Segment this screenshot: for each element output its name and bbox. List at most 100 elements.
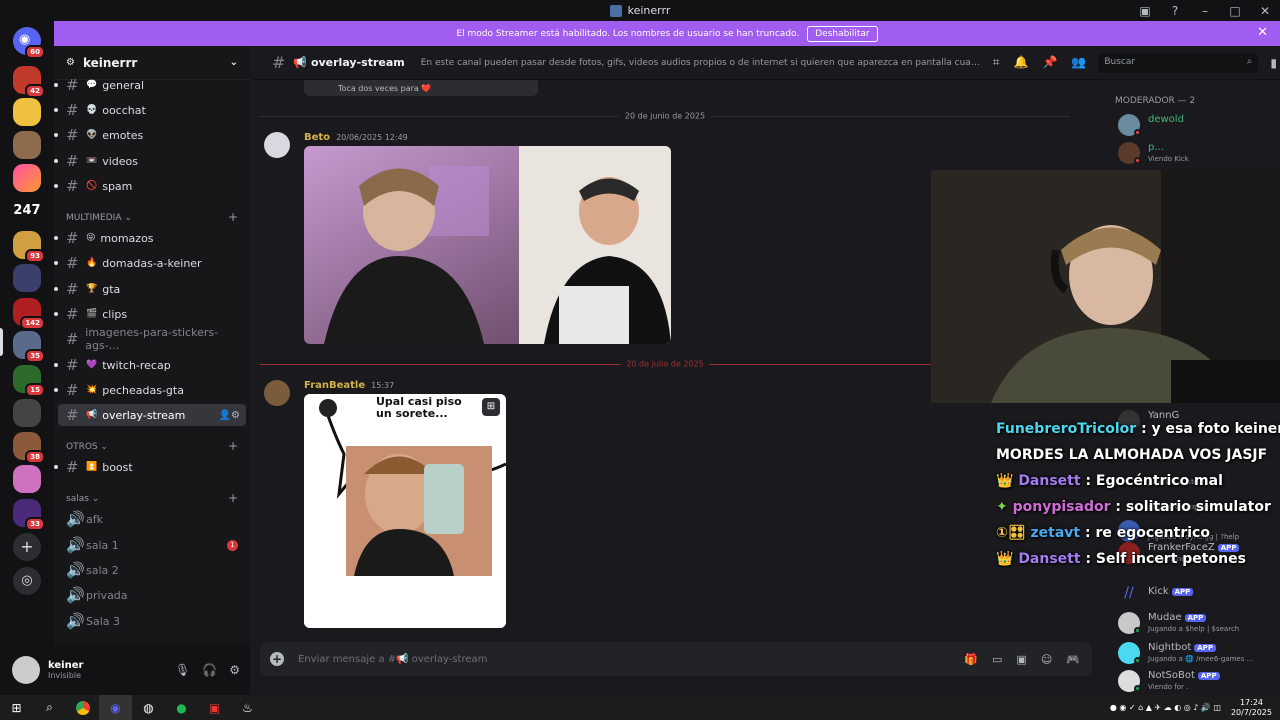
channel-topic[interactable]: En este canal pueden pasar desde fotos, … xyxy=(421,58,981,68)
inbox-icon[interactable]: ▮ xyxy=(1270,56,1277,70)
invite-settings-icon[interactable]: 👤⚙ xyxy=(219,410,240,421)
channel-momazos[interactable]: # 😜 momazos xyxy=(54,227,246,249)
channel-boost[interactable]: # ⏫ boost xyxy=(54,456,246,478)
disable-streamer-button[interactable]: Deshabilitar xyxy=(807,25,878,42)
channel-oocchat[interactable]: # 💀 oocchat xyxy=(54,99,246,121)
server-icon-9[interactable] xyxy=(13,399,41,427)
add-channel-icon[interactable]: + xyxy=(228,439,238,453)
server-icon-247[interactable]: 247 xyxy=(13,197,41,225)
composer-placeholder: Enviar mensaje a #📢 overlay-stream xyxy=(298,653,488,665)
gift-icon[interactable]: 🎁 xyxy=(964,653,978,666)
direct-messages-button[interactable]: ◉ 60 xyxy=(13,27,45,59)
voice-channel-sala-1[interactable]: 🔊 sala 1 1 xyxy=(58,534,246,556)
minimize-button[interactable]: – xyxy=(1190,4,1220,18)
speaker-icon: 🔊 xyxy=(66,612,85,630)
member-item[interactable]: dewold xyxy=(1118,112,1278,138)
message-image-meme[interactable]: Upal casi piso un sorete... ⊞ xyxy=(304,394,506,628)
pin-icon[interactable]: 📌 xyxy=(1042,55,1057,70)
add-server-icon[interactable]: + xyxy=(13,533,41,561)
member-item[interactable]: // Kick APP xyxy=(1118,580,1278,606)
close-banner-icon[interactable]: ✕ xyxy=(1257,25,1268,40)
author-name[interactable]: FranBeatle xyxy=(304,380,365,391)
video-editor-icon[interactable]: ▣ xyxy=(198,695,231,720)
server-icon-3[interactable] xyxy=(13,131,41,159)
channel-spam[interactable]: # 🚫 spam xyxy=(54,175,246,197)
server-icon-8[interactable]: 15 xyxy=(13,365,45,397)
tray-icons[interactable]: ● ◉ ✓ ⌂ ▲ ✈ ☁ ◐ ◎ ♪ 🔊 ◫ xyxy=(1110,703,1221,712)
avatar[interactable] xyxy=(264,132,290,158)
voice-channel-sala-2[interactable]: 🔊 sala 2 xyxy=(58,559,246,581)
server-icon-5[interactable]: 93 xyxy=(13,231,45,263)
channel-general[interactable]: # 💬 general xyxy=(54,74,246,96)
settings-gear-icon[interactable]: ⚙ xyxy=(229,663,240,677)
member-item[interactable]: Nightbot APP Jugando a 🌐 /mee6-games ... xyxy=(1118,640,1278,666)
spotify-icon[interactable]: ● xyxy=(165,695,198,720)
message-image[interactable] xyxy=(304,146,671,344)
server-icon-11[interactable] xyxy=(13,465,41,493)
member-item[interactable]: p... Viendo Kick xyxy=(1118,140,1278,166)
member-item[interactable]: NotSoBot APP Viendo for . xyxy=(1118,668,1278,694)
server-icon-1[interactable]: 42 xyxy=(13,66,45,98)
microphone-icon[interactable]: 🎙 xyxy=(175,663,190,677)
add-channel-icon[interactable]: + xyxy=(228,491,238,505)
voice-channel-privada[interactable]: 🔊 privada xyxy=(58,584,246,606)
channel-emotes[interactable]: # 👽 emotes xyxy=(54,124,246,146)
obs-icon[interactable]: ◍ xyxy=(132,695,165,720)
message-composer[interactable]: + Enviar mensaje a #📢 overlay-stream 🎁 ▭… xyxy=(260,642,1092,676)
author-name[interactable]: Beto xyxy=(304,132,330,143)
message-author[interactable]: Beto 20/06/2025 12:49 xyxy=(304,132,408,143)
channel-clips[interactable]: # 🎬 clips xyxy=(54,303,246,325)
inbox-monitor-icon[interactable]: ▣ xyxy=(1130,4,1160,18)
emoji-icon[interactable]: ☺ xyxy=(1041,653,1052,666)
apps-icon[interactable]: ⊞ xyxy=(482,398,500,416)
category-salas[interactable]: salas ⌄ + xyxy=(66,491,238,505)
speaker-icon: 🔊 xyxy=(66,561,85,579)
server-icon xyxy=(609,4,622,17)
server-icon-2[interactable] xyxy=(13,98,41,126)
message-author[interactable]: FranBeatle 15:37 xyxy=(304,380,394,391)
headphones-icon[interactable]: 🎧 xyxy=(202,663,217,677)
clock-date: 20/7/2025 xyxy=(1230,707,1272,717)
search-input[interactable]: Buscar ⌕ xyxy=(1098,52,1259,73)
help-icon[interactable]: ? xyxy=(1160,4,1190,18)
voice-channel-afk[interactable]: 🔊 afk xyxy=(58,508,246,530)
category-multimedia[interactable]: MULTIMEDIA ⌄ + xyxy=(66,210,238,224)
notification-bell-icon[interactable]: 🔔 xyxy=(1013,55,1028,70)
member-list-icon[interactable]: 👥 xyxy=(1071,55,1086,70)
game-controller-icon[interactable]: 🎮 xyxy=(1066,653,1080,666)
category-otros[interactable]: OTROS ⌄ + xyxy=(66,439,238,453)
channel-videos[interactable]: # 📼 videos xyxy=(54,150,246,172)
close-button[interactable]: ✕ xyxy=(1250,4,1280,18)
avatar[interactable] xyxy=(264,380,290,406)
channel-gta[interactable]: # 🏆 gta xyxy=(54,278,246,300)
channel-imagenes-para-stickers[interactable]: # imagenes-para-stickers-ags-... xyxy=(58,326,246,352)
discover-icon[interactable]: ◎ xyxy=(13,567,41,595)
server-icon-4[interactable] xyxy=(13,164,41,192)
add-channel-icon[interactable]: + xyxy=(228,210,238,224)
channel-pecheadas-gta[interactable]: # 💥 pecheadas-gta xyxy=(54,379,246,401)
clock[interactable]: 17:24 20/7/2025 xyxy=(1231,698,1272,718)
threads-icon[interactable]: ⌗ xyxy=(993,55,1000,70)
maximize-button[interactable]: □ xyxy=(1220,4,1250,18)
channel-twitch-recap[interactable]: # 💜 twitch-recap xyxy=(54,354,246,376)
discord-icon[interactable]: ◉ xyxy=(99,695,132,720)
channel-domadas-a-keiner[interactable]: # 🔥 domadas-a-keiner xyxy=(54,252,246,274)
search-icon[interactable]: ⌕ xyxy=(33,695,66,720)
server-icon-12[interactable]: 33 xyxy=(13,499,45,531)
avatar[interactable] xyxy=(12,656,40,684)
server-icon-10[interactable]: 38 xyxy=(13,432,45,464)
server-icon-7[interactable]: 142 xyxy=(13,298,45,330)
server-icon-6[interactable] xyxy=(13,264,41,292)
windows-start-icon[interactable]: ⊞ xyxy=(0,695,33,720)
member-item[interactable]: Mudae APP Jugando a $help | $search xyxy=(1118,610,1278,636)
hash-icon: # xyxy=(66,330,79,348)
attach-plus-icon[interactable]: + xyxy=(270,652,284,666)
server-icon-keinerrr[interactable]: 35 xyxy=(13,331,45,363)
voice-channel-sala-3[interactable]: 🔊 Sala 3 xyxy=(58,610,246,632)
steam-icon[interactable]: ♨ xyxy=(231,695,264,720)
sticker-icon[interactable]: ▣ xyxy=(1016,653,1026,666)
chrome-icon[interactable] xyxy=(66,695,99,720)
channel-overlay-stream[interactable]: # 📢 overlay-stream 👤⚙ xyxy=(58,404,246,426)
channel-label: spam xyxy=(102,179,133,193)
gif-icon[interactable]: ▭ xyxy=(992,653,1002,666)
